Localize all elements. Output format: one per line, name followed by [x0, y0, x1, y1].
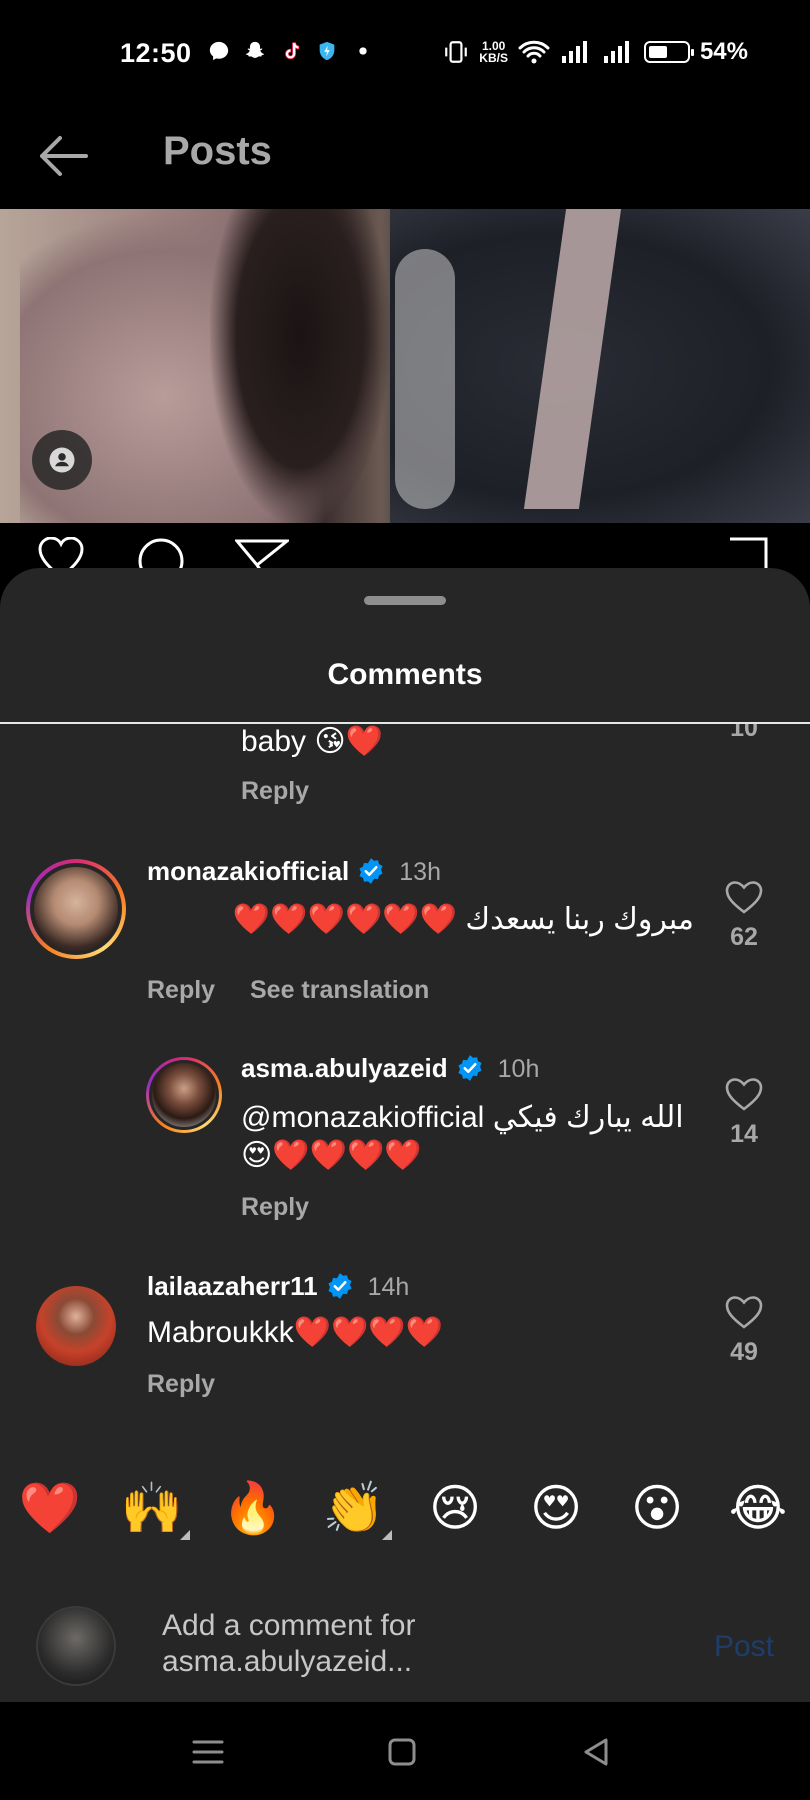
emoji-heart[interactable]: ❤️ [18, 1478, 82, 1538]
reply-button[interactable]: Reply [241, 1193, 309, 1222]
wifi-icon [518, 40, 550, 64]
verified-badge-icon [359, 858, 383, 884]
battery-fill [648, 46, 668, 58]
image-region-hair [210, 209, 390, 523]
like-count: 62 [730, 923, 758, 951]
page-title: Posts [163, 129, 272, 173]
drag-handle[interactable] [364, 596, 446, 605]
emoji-heart-eyes[interactable]: 😍 [524, 1478, 588, 1538]
see-translation-button[interactable]: See translation [250, 976, 429, 1005]
emoji-laughing[interactable]: 😂 [726, 1478, 790, 1538]
post-actions-row [0, 523, 810, 577]
comment-header: lailaazaherr11 14h [147, 1271, 409, 1302]
back-nav-icon[interactable] [576, 1732, 616, 1772]
avatar[interactable] [36, 1286, 116, 1366]
comment-time: 10h [497, 1055, 540, 1083]
emoji-reaction-bar: ❤️ 🙌 🔥 👏 😢 😍 😮 😂 [0, 1478, 810, 1548]
heart-icon[interactable] [725, 1295, 763, 1329]
comment-header: monazakiofficial 13h [147, 856, 441, 887]
tiktok-icon [285, 42, 300, 60]
avatar [152, 1063, 216, 1127]
comment-time: 13h [399, 858, 441, 886]
status-bar: 12:50 1.00 KB/S 54% [0, 0, 810, 105]
username[interactable]: lailaazaherr11 [147, 1271, 318, 1301]
reply-button[interactable]: Reply [241, 777, 309, 806]
comment-time: 14h [367, 1273, 410, 1301]
post-button[interactable]: Post [714, 1630, 774, 1664]
shield-icon [319, 41, 335, 61]
heart-icon[interactable] [725, 880, 763, 914]
like-count: 14 [730, 1120, 758, 1148]
vibrate-icon [445, 41, 468, 63]
status-time: 12:50 [120, 38, 192, 68]
comment-text-line2: 😍❤️❤️❤️❤️ [241, 1139, 422, 1172]
emoji-raising-hands[interactable]: 🙌 [120, 1478, 190, 1540]
emoji-fire[interactable]: 🔥 [221, 1478, 285, 1538]
placeholder-line-1: Add a comment for [162, 1609, 416, 1642]
signal-icon [561, 41, 587, 63]
comment-input[interactable]: Add a comment for asma.abulyazeid... [162, 1608, 692, 1680]
comment-text: baby 😘❤️ [241, 725, 384, 758]
comment-like: 62 [714, 880, 774, 952]
speed-unit: KB/S [479, 51, 508, 65]
verified-badge-icon [458, 1055, 482, 1081]
emoji-crying[interactable]: 😢 [423, 1478, 487, 1538]
placeholder-line-2: asma.abulyazeid... [162, 1645, 413, 1678]
dot-icon [359, 47, 367, 55]
system-status-icons: 1.00 KB/S 54% [443, 38, 748, 66]
messenger-icon [209, 41, 229, 61]
like-count: 49 [730, 1338, 758, 1366]
reply-button[interactable]: Reply [147, 1370, 215, 1399]
network-speed: 1.00 KB/S [479, 40, 508, 64]
signal-icon [603, 41, 629, 63]
skin-tone-indicator [382, 1530, 392, 1540]
tagged-people-button[interactable] [32, 430, 92, 490]
comment-composer: Add a comment for asma.abulyazeid... Pos… [0, 1586, 810, 1702]
post-image[interactable] [0, 209, 810, 523]
avatar-story-ring[interactable] [146, 1057, 222, 1133]
emoji-glyph: 👏 [322, 1480, 386, 1536]
top-app-bar: Posts [0, 105, 810, 209]
heart-icon[interactable] [725, 1077, 763, 1111]
system-navigation-bar [0, 1702, 810, 1800]
image-region-shirt [395, 249, 455, 509]
sheet-title: Comments [327, 658, 483, 691]
emoji-clapping[interactable]: 👏 [322, 1478, 392, 1540]
avatar-story-ring[interactable] [26, 859, 126, 959]
home-icon[interactable] [382, 1732, 422, 1772]
comment-like: 14 [714, 1077, 774, 1149]
comment-header: asma.abulyazeid 10h [241, 1053, 539, 1084]
battery-icon [643, 41, 694, 63]
comment-like: 49 [714, 1295, 774, 1367]
emoji-glyph: 🙌 [120, 1480, 184, 1536]
comment-text-line1: @monazakiofficial الله يبارك فيكي [241, 1101, 684, 1134]
snapchat-icon [246, 41, 264, 58]
username[interactable]: monazakiofficial [147, 856, 349, 886]
skin-tone-indicator [180, 1530, 190, 1540]
reply-button[interactable]: Reply [147, 976, 215, 1005]
emoji-surprised[interactable]: 😮 [625, 1478, 689, 1538]
notification-icons [208, 40, 374, 62]
verified-badge-icon [328, 1273, 352, 1299]
battery-percent: 54% [699, 38, 748, 65]
current-user-avatar [36, 1606, 116, 1686]
back-arrow-icon[interactable] [34, 127, 92, 185]
recents-menu-icon[interactable] [188, 1732, 228, 1772]
person-icon [49, 447, 75, 473]
comment-text: مبروك ربنا يسعدك ❤️❤️❤️❤️❤️❤️ [232, 903, 694, 936]
username[interactable]: asma.abulyazeid [241, 1053, 448, 1083]
divider [0, 722, 810, 724]
comment-text: Mabroukkk❤️❤️❤️❤️ [147, 1316, 444, 1349]
avatar [34, 867, 118, 951]
